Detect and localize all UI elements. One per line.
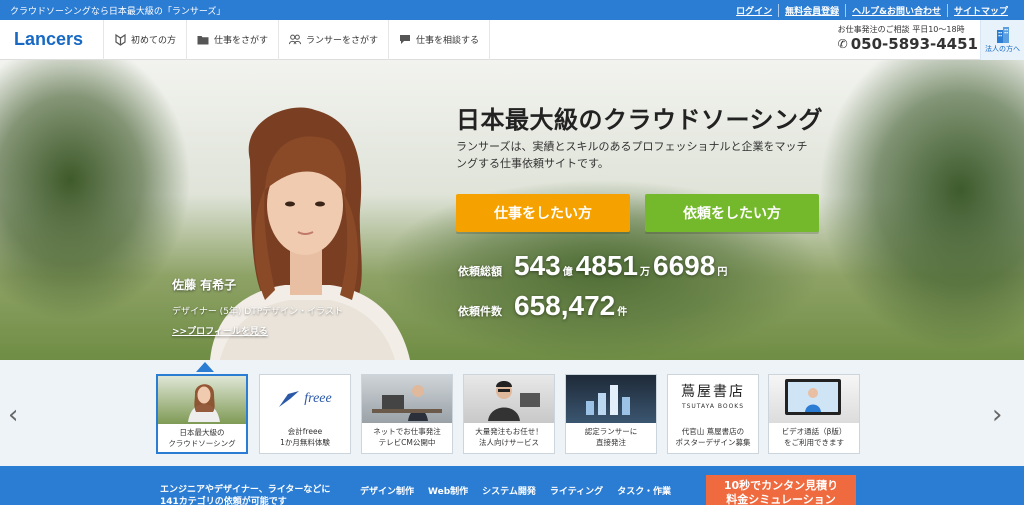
nav-find-lancer-label: ランサーをさがす [306, 36, 379, 46]
chat-icon [399, 34, 411, 46]
freee-logo-text: freee [304, 391, 332, 406]
card-5-caption: 認定ランサーに 直接発注 [584, 427, 638, 447]
carousel-card-3[interactable]: ネットでお仕事発注 テレビCM公開中 [361, 374, 453, 454]
carousel-card-5[interactable]: 認定ランサーに 直接発注 [565, 374, 657, 454]
stat-order-count: 依頼件数 658,472 件 [458, 290, 630, 322]
contact-box: お仕事発注のご相談 平日10～18時 ✆ 050-5893-4451 [838, 24, 978, 53]
category-system[interactable]: システム開発 [482, 484, 536, 497]
card-2-caption: 会計freee 1か月無料体験 [280, 427, 330, 447]
hero-description: ランサーズは、実績とスキルのあるプロフェッショナルと企業をマッチングする仕事依頼… [456, 140, 808, 170]
tsutaya-logo-text: 蔦屋書店 [681, 384, 745, 400]
nav-beginner[interactable]: 初めての方 [104, 19, 188, 60]
building-icon [996, 27, 1009, 43]
help-link[interactable]: ヘルプ&お問い合わせ [845, 3, 947, 17]
estimate-line2: 料金シミュレーション [726, 493, 836, 505]
phone-number-text: 050-5893-4451 [850, 35, 978, 53]
folder-icon [197, 34, 209, 46]
top-links: ログイン 無料会員登録 ヘルプ&お問い合わせ サイトマップ [730, 3, 1014, 17]
card-7-caption: ビデオ通話（β版） をご利用できます [781, 427, 847, 447]
carousel-card-4[interactable]: 大量発注もお任せ！ 法人向けサービス [463, 374, 555, 454]
nav-beginner-label: 初めての方 [131, 36, 177, 46]
category-design[interactable]: デザイン制作 [360, 484, 414, 497]
corporate-button[interactable]: 法人の方へ [980, 20, 1024, 60]
sitemap-link[interactable]: サイトマップ [946, 3, 1014, 17]
profile-link[interactable]: >>プロフィールを見る [172, 324, 268, 337]
hero-title: 日本最大級のクラウドソーシング [456, 106, 824, 134]
nav-find-work-label: 仕事をさがす [214, 36, 269, 46]
stat-total-unit1: 億 [562, 267, 573, 278]
stat-total-label: 依頼総額 [458, 265, 502, 278]
carousel-next-button[interactable]: › [992, 400, 1002, 430]
category-writing[interactable]: ライティング [550, 484, 603, 497]
top-bar: クラウドソーシングなら日本最大級の「ランサーズ」 ログイン 無料会員登録 ヘルプ… [0, 0, 1024, 20]
stat-count-label: 依頼件数 [458, 305, 502, 318]
card-2-thumb: freee [260, 375, 350, 423]
carousel-card-7[interactable]: ビデオ通話（β版） をご利用できます [768, 374, 860, 454]
card-5-thumb [566, 375, 656, 423]
nav-find-work[interactable]: 仕事をさがす [187, 19, 280, 60]
stat-count-value: 658,472 [514, 290, 616, 321]
order-button[interactable]: 依頼をしたい方 [645, 194, 819, 232]
tsutaya-logo-sub: TSUTAYA BOOKS [681, 403, 745, 410]
carousel-card-1[interactable]: 日本最大級の クラウドソーシング [156, 374, 248, 454]
card-7-thumb [769, 375, 859, 423]
stat-total-part1: 543 [514, 250, 561, 281]
category-band: エンジニアやデザイナー、ライターなどに 141カテゴリの依頼が可能です デザイン… [0, 466, 1024, 505]
category-web[interactable]: Web制作 [428, 484, 468, 497]
estimate-line1: 10秒でカンタン見積り [723, 479, 839, 492]
stat-total-amount: 依頼総額 543 億 4851 万 6698 円 [458, 250, 730, 282]
person-role: デザイナー (5年) DTPデザイン・イラスト [172, 307, 343, 317]
hero-person-photo [210, 107, 410, 360]
register-link[interactable]: 無料会員登録 [778, 3, 845, 17]
card-4-thumb [464, 375, 554, 423]
main-nav: 初めての方 仕事をさがす ランサーをさがす 仕事を相談する [104, 19, 491, 60]
stat-total-unit2: 万 [640, 267, 651, 278]
carousel-prev-button[interactable]: ‹ [8, 400, 18, 430]
card-4-caption: 大量発注もお任せ！ 法人向けサービス [475, 427, 543, 447]
card-1-thumb [158, 376, 246, 424]
card-3-caption: ネットでお仕事発注 テレビCM公開中 [373, 427, 441, 447]
nav-consult[interactable]: 仕事を相談する [389, 19, 491, 60]
corporate-label: 法人の方へ [985, 45, 1020, 53]
category-intro: エンジニアやデザイナー、ライターなどに 141カテゴリの依頼が可能です [160, 485, 331, 505]
phone-number[interactable]: ✆ 050-5893-4451 [838, 35, 978, 53]
nav-find-lancer[interactable]: ランサーをさがす [279, 19, 390, 60]
stat-count-unit: 件 [617, 307, 628, 318]
carousel-card-2[interactable]: freee 会計freee 1か月無料体験 [259, 374, 351, 454]
estimate-button[interactable]: 10秒でカンタン見積り 料金シミュレーション [706, 475, 856, 505]
carousel-card-6[interactable]: 蔦屋書店 TSUTAYA BOOKS 代官山 蔦屋書店の ポスターデザイン募集 [667, 374, 759, 454]
active-pointer [196, 362, 214, 372]
people-icon [289, 34, 302, 46]
category-task[interactable]: タスク・作業 [617, 484, 671, 497]
lancers-logo[interactable]: Lancers [0, 19, 104, 60]
contact-note: お仕事発注のご相談 平日10～18時 [837, 25, 965, 34]
stat-total-unit3: 円 [717, 267, 728, 278]
category-list: デザイン制作 Web制作 システム開発 ライティング タスク・作業 [360, 484, 671, 497]
stat-total-part2: 4851 [575, 250, 639, 281]
site-tagline: クラウドソーシングなら日本最大級の「ランサーズ」 [10, 6, 226, 17]
login-link[interactable]: ログイン [730, 4, 778, 17]
freee-bird-icon [279, 391, 300, 407]
stat-total-part3: 6698 [653, 250, 716, 281]
beginner-icon [114, 33, 126, 46]
person-name: 佐藤 有希子 [172, 278, 237, 292]
phone-icon: ✆ [837, 37, 848, 51]
nav-consult-label: 仕事を相談する [416, 36, 480, 46]
card-3-thumb [362, 375, 452, 423]
hero-banner: 佐藤 有希子 デザイナー (5年) DTPデザイン・イラスト >>プロフィールを… [0, 60, 1024, 360]
card-6-caption: 代官山 蔦屋書店の ポスターデザイン募集 [675, 427, 751, 447]
header: Lancers 初めての方 仕事をさがす ランサーをさがす 仕事を相談する お仕… [0, 19, 1024, 60]
work-button[interactable]: 仕事をしたい方 [456, 194, 630, 232]
card-1-caption: 日本最大級の クラウドソーシング [168, 428, 236, 448]
card-6-thumb: 蔦屋書店 TSUTAYA BOOKS [668, 375, 758, 423]
